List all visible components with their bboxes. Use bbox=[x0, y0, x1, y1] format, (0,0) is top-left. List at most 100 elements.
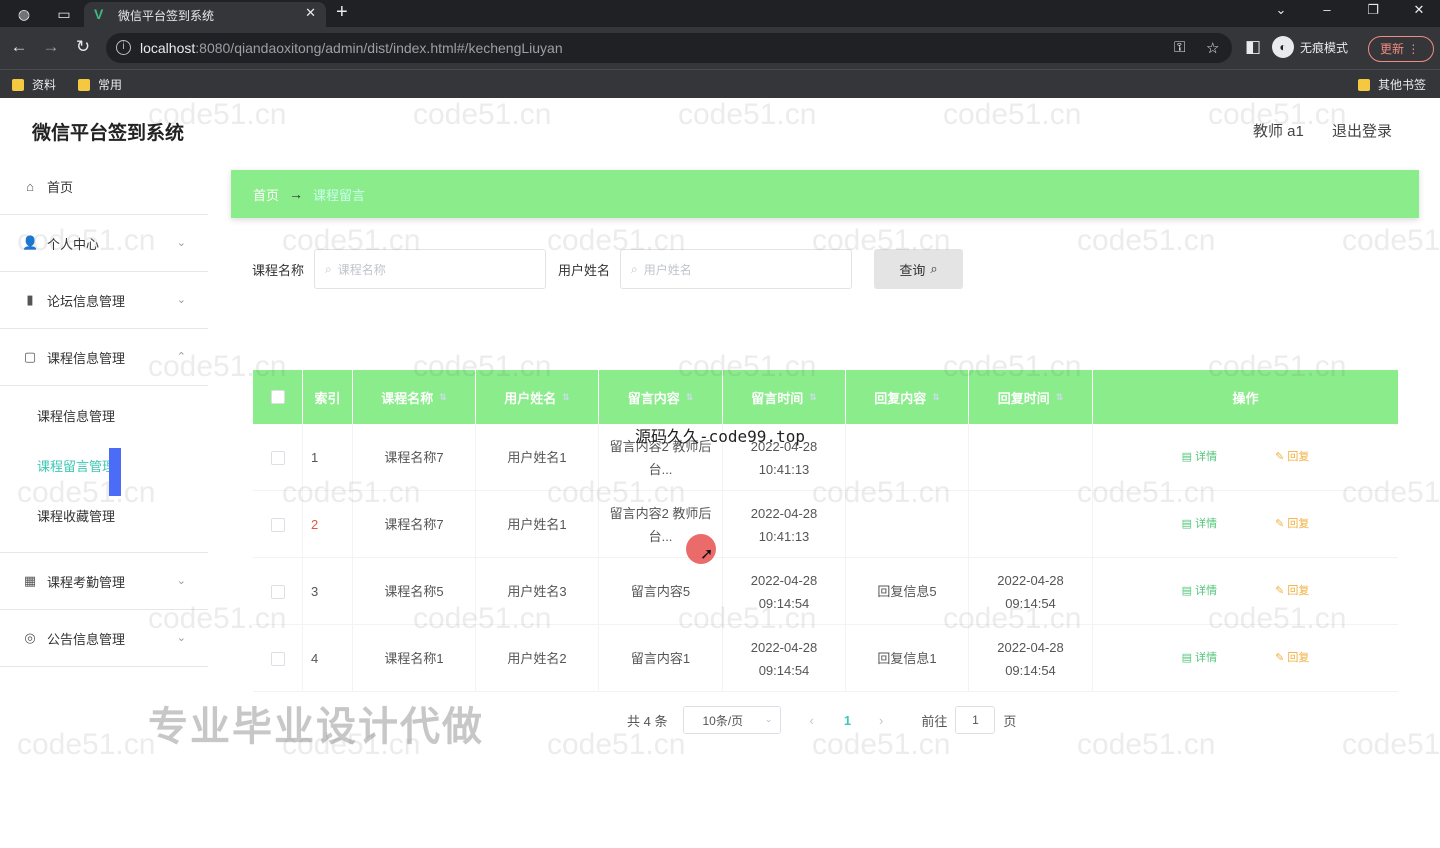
reply-button[interactable]: ✎ 回复 bbox=[1275, 446, 1309, 469]
folder-outline-icon: ▢ bbox=[23, 349, 37, 364]
logout-link[interactable]: 退出登录 bbox=[1332, 120, 1392, 141]
key-icon[interactable]: ⚿ bbox=[1174, 39, 1185, 56]
cell-user: 用户姓名3 bbox=[476, 558, 599, 625]
header-reply[interactable]: 回复内容 ⇅ bbox=[846, 370, 969, 424]
course-name-input[interactable]: ⌕ 课程名称 bbox=[314, 249, 547, 289]
page-number[interactable]: 1 bbox=[844, 713, 851, 728]
maximize-icon[interactable]: ❐ bbox=[1358, 2, 1388, 18]
folder-icon bbox=[1358, 78, 1370, 91]
chevron-down-icon: ⌄ bbox=[176, 294, 186, 306]
sort-icon: ⇅ bbox=[685, 391, 694, 402]
row-checkbox-cell bbox=[253, 491, 303, 558]
header-message[interactable]: 留言内容 ⇅ bbox=[599, 370, 723, 424]
next-page-icon[interactable]: › bbox=[879, 713, 883, 728]
overlay-top-text: 源码久久-code99.top bbox=[635, 427, 805, 446]
row-checkbox[interactable] bbox=[270, 584, 285, 599]
sidebar-item-attendance[interactable]: ▦ 课程考勤管理 ⌄ bbox=[0, 553, 208, 610]
user-name-input[interactable]: ⌕ 用户姓名 bbox=[620, 249, 853, 289]
sidebar-item-notice[interactable]: ◎ 公告信息管理 ⌄ bbox=[0, 610, 208, 667]
close-window-icon[interactable]: ✕ bbox=[1404, 2, 1434, 18]
other-bookmarks[interactable]: 其他书签 bbox=[1358, 76, 1426, 93]
breadcrumb-current: 课程留言 bbox=[313, 187, 366, 203]
detail-button[interactable]: ▤ 详情 bbox=[1182, 580, 1217, 603]
browser-menu-icon[interactable]: ◍ bbox=[14, 4, 34, 24]
sort-icon: ⇅ bbox=[562, 391, 570, 402]
sidebar-subitem-course-info[interactable]: 课程信息管理 bbox=[0, 392, 208, 442]
address-bar[interactable]: i localhost:8080/qiandaoxitong/admin/dis… bbox=[106, 33, 1232, 63]
breadcrumb-home[interactable]: 首页 bbox=[253, 185, 279, 204]
sidebar-item-personal[interactable]: 👤 个人中心 ⌄ bbox=[0, 215, 208, 272]
folder-icon bbox=[12, 78, 24, 91]
mouse-cursor-icon: ➚ bbox=[700, 546, 714, 563]
goto-page-input[interactable]: 1 bbox=[955, 706, 996, 734]
reply-button[interactable]: ✎ 回复 bbox=[1275, 580, 1309, 603]
sidebar-item-course[interactable]: ▢ 课程信息管理 ⌃ bbox=[0, 329, 208, 386]
window-icon[interactable]: ▭ bbox=[54, 4, 74, 24]
detail-button[interactable]: ▤ 详情 bbox=[1182, 513, 1217, 536]
sort-icon: ⇅ bbox=[809, 391, 817, 402]
bookmark-folder-ziliao[interactable]: 资料 bbox=[12, 76, 56, 93]
url-text[interactable]: localhost:8080/qiandaoxitong/admin/dist/… bbox=[140, 40, 563, 56]
cell-actions: ▤ 详情 ✎ 回复 bbox=[1093, 491, 1398, 558]
cell-reply bbox=[846, 424, 969, 491]
search-icon: ⌕ bbox=[930, 261, 938, 276]
reply-button[interactable]: ✎ 回复 bbox=[1275, 513, 1309, 536]
new-tab-icon[interactable]: + bbox=[336, 1, 348, 24]
user-name-label: 用户姓名 bbox=[558, 262, 611, 278]
page-size-select[interactable]: 10条/页 ⌄ bbox=[683, 706, 782, 734]
row-checkbox[interactable] bbox=[270, 651, 285, 666]
sidebar-subitem-course-favorite[interactable]: 课程收藏管理 bbox=[0, 492, 208, 542]
folder-icon bbox=[78, 78, 90, 91]
tab-search-icon[interactable]: ⌄ bbox=[1266, 2, 1296, 18]
sidebar-item-home[interactable]: ⌂ 首页 bbox=[0, 158, 208, 215]
cell-reply-time: 2022-04-28 09:14:54 bbox=[969, 558, 1093, 625]
course-submenu: 课程信息管理 课程留言管理 课程收藏管理 bbox=[0, 386, 208, 553]
sidebar-subitem-course-message[interactable]: 课程留言管理 bbox=[0, 442, 208, 496]
select-all-checkbox[interactable] bbox=[270, 390, 285, 404]
detail-button[interactable]: ▤ 详情 bbox=[1182, 647, 1217, 670]
update-button[interactable]: 更新 ⋮ bbox=[1368, 36, 1434, 62]
header-user[interactable]: 用户姓名 ⇅ bbox=[476, 370, 599, 424]
reply-button[interactable]: ✎ 回复 bbox=[1275, 647, 1309, 670]
bookmark-folder-changyong[interactable]: 常用 bbox=[78, 76, 122, 93]
row-checkbox[interactable] bbox=[270, 450, 285, 465]
app-title: 微信平台签到系统 bbox=[32, 123, 185, 144]
sort-icon: ⇅ bbox=[439, 391, 447, 402]
cell-reply: 回复信息5 bbox=[846, 558, 969, 625]
header-index[interactable]: 索引 bbox=[303, 370, 353, 424]
header-course[interactable]: 课程名称 ⇅ bbox=[353, 370, 476, 424]
sidebar-item-forum[interactable]: ▮ 论坛信息管理 ⌄ bbox=[0, 272, 208, 329]
cell-course: 课程名称5 bbox=[353, 558, 476, 625]
side-panel-icon[interactable]: ◧ bbox=[1242, 36, 1264, 58]
row-checkbox[interactable] bbox=[270, 517, 285, 532]
bookmark-star-icon[interactable]: ☆ bbox=[1206, 39, 1219, 57]
current-user: 教师 a1 bbox=[1253, 123, 1304, 140]
search-icon: ⌕ bbox=[631, 261, 638, 276]
browser-tab[interactable]: V 微信平台签到系统 ✕ bbox=[84, 2, 326, 27]
breadcrumb-arrow-icon: → bbox=[289, 186, 304, 202]
forward-icon[interactable]: → bbox=[40, 36, 62, 58]
breadcrumb: 首页 → 课程留言 bbox=[231, 170, 1419, 218]
prev-page-icon[interactable]: ‹ bbox=[809, 713, 813, 728]
cell-course: 课程名称7 bbox=[353, 491, 476, 558]
site-info-icon[interactable]: i bbox=[116, 40, 131, 55]
query-button[interactable]: 查询 ⌕ bbox=[874, 249, 964, 289]
cell-message: 留言内容1 bbox=[599, 625, 723, 692]
minimize-icon[interactable]: – bbox=[1312, 2, 1342, 17]
cell-actions: ▤ 详情 ✎ 回复 bbox=[1093, 424, 1398, 491]
incognito-label: 无痕模式 bbox=[1300, 40, 1349, 55]
back-icon[interactable]: ← bbox=[8, 36, 30, 58]
cell-message-time: 2022-04-28 10:41:13 bbox=[723, 491, 846, 558]
header-actions: 操作 bbox=[1232, 390, 1259, 406]
reload-icon[interactable]: ↻ bbox=[72, 36, 94, 58]
cell-actions: ▤ 详情 ✎ 回复 bbox=[1093, 558, 1398, 625]
header-reply-time[interactable]: 回复时间 ⇅ bbox=[969, 370, 1093, 424]
tab-close-icon[interactable]: ✕ bbox=[305, 5, 316, 21]
detail-button[interactable]: ▤ 详情 bbox=[1182, 446, 1217, 469]
active-indicator bbox=[109, 448, 121, 496]
cell-message: 留言内容5 bbox=[599, 558, 723, 625]
message-table: 索引 课程名称 ⇅ 用户姓名 ⇅ 留言内容 ⇅ 留言时间 ⇅ 回复内容 ⇅ 回复时间 ⇅ 操… bbox=[253, 370, 1398, 692]
header-message-time[interactable]: 留言时间 ⇅ bbox=[723, 370, 846, 424]
browser-tab-strip: ◍ ▭ V 微信平台签到系统 ✕ + ⌄ – ❐ ✕ bbox=[0, 0, 1440, 27]
incognito-indicator[interactable]: ◐ 无痕模式 bbox=[1272, 33, 1348, 61]
